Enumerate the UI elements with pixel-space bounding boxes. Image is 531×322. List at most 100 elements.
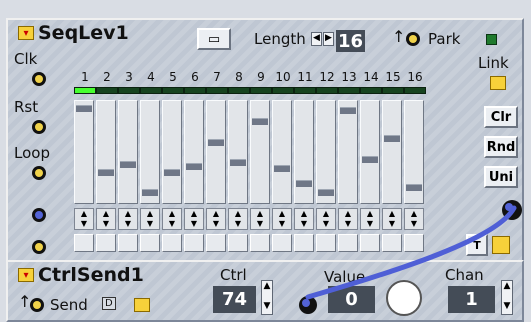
uni-button[interactable]: Uni [484,166,518,188]
step-led [206,87,228,94]
send-jack[interactable] [30,298,44,312]
step-gate-button[interactable] [206,234,226,252]
step-stepper[interactable]: ▲ ▼ [338,208,358,230]
clk-jack[interactable] [32,72,46,86]
step-number: 16 [407,70,423,84]
gate-input-jack[interactable] [32,240,46,254]
ctrlsend-menu-button[interactable]: ▾ [18,268,34,282]
step-gate-button[interactable] [118,234,138,252]
step-led [294,87,316,94]
step-gate-button[interactable] [184,234,204,252]
park-label: Park [428,30,461,48]
step-level-slider[interactable] [360,100,380,204]
step-gate-button[interactable] [96,234,116,252]
slider-handle[interactable] [384,134,400,142]
step-level-slider[interactable] [404,100,424,204]
ctrl-stepper[interactable]: ▲ ▼ [261,280,273,315]
step-gate-button[interactable] [228,234,248,252]
slider-handle[interactable] [76,104,92,112]
slider-handle[interactable] [340,106,356,114]
rst-jack[interactable] [32,120,46,134]
step-gate-button[interactable] [272,234,292,252]
step-level-slider[interactable] [272,100,292,204]
step-gate-button[interactable] [162,234,182,252]
step-level-slider[interactable] [382,100,402,204]
park-indicator [486,34,497,45]
step-level-slider[interactable] [250,100,270,204]
park-jack[interactable] [406,32,420,46]
step-gate-button[interactable] [74,234,94,252]
step-gate-button[interactable] [250,234,270,252]
step-stepper[interactable]: ▲ ▼ [250,208,270,230]
slider-handle[interactable] [362,155,378,163]
gate-output-button[interactable] [492,236,510,254]
step-number: 6 [191,70,199,84]
chan-stepper[interactable]: ▲ ▼ [501,280,513,315]
step-level-slider[interactable] [96,100,116,204]
send-arrow-icon: ↑ [18,292,32,311]
step-stepper[interactable]: ▲ ▼ [382,208,402,230]
step-stepper[interactable]: ▲ ▼ [316,208,336,230]
length-decrement-button[interactable]: ◀ [311,32,322,46]
step-stepper[interactable]: ▲ ▼ [96,208,116,230]
send-button[interactable] [134,298,150,312]
step-gate-button[interactable] [338,234,358,252]
menu-button[interactable]: ▾ [18,26,34,40]
step-gate-button[interactable] [140,234,160,252]
slider-handle[interactable] [120,161,136,169]
slider-handle[interactable] [274,165,290,173]
slider-handle[interactable] [208,138,224,146]
step-level-slider[interactable] [206,100,226,204]
step-stepper[interactable]: ▲ ▼ [294,208,314,230]
step-stepper[interactable]: ▲ ▼ [206,208,226,230]
step-level-slider[interactable] [74,100,94,204]
slider-handle[interactable] [186,163,202,171]
cv-output-jack[interactable] [502,200,522,220]
step-stepper[interactable]: ▲ ▼ [360,208,380,230]
slider-handle[interactable] [318,189,334,197]
slider-handle[interactable] [142,189,158,197]
length-increment-button[interactable]: ▶ [323,32,334,46]
step-gate-button[interactable] [294,234,314,252]
step-gate-button[interactable] [360,234,380,252]
step-level-slider[interactable] [140,100,160,204]
step-number: 10 [275,70,291,84]
step-stepper[interactable]: ▲ ▼ [140,208,160,230]
step-led [118,87,140,94]
step-gate-button[interactable] [316,234,336,252]
value-knob-icon[interactable] [386,280,422,316]
rnd-button[interactable]: Rnd [484,136,518,158]
value-display: 0 [328,286,375,313]
step-stepper[interactable]: ▲ ▼ [118,208,138,230]
step-stepper[interactable]: ▲ ▼ [228,208,248,230]
step-level-slider[interactable] [184,100,204,204]
step-level-slider[interactable] [162,100,182,204]
value-input-jack[interactable] [299,296,317,314]
step-stepper[interactable]: ▲ ▼ [404,208,424,230]
step-stepper[interactable]: ▲ ▼ [74,208,94,230]
step-stepper[interactable]: ▲ ▼ [272,208,292,230]
slider-handle[interactable] [296,180,312,188]
step-level-slider[interactable] [228,100,248,204]
cv-input-jack[interactable] [32,208,46,222]
step-number: 1 [81,70,89,84]
step-stepper[interactable]: ▲ ▼ [184,208,204,230]
loop-jack[interactable] [32,166,46,180]
step-gate-button[interactable] [404,234,424,252]
step-level-slider[interactable] [316,100,336,204]
gate-toggle-button[interactable]: T [466,234,488,256]
step-level-slider[interactable] [338,100,358,204]
play-button[interactable]: ▭ [197,28,231,50]
slider-handle[interactable] [230,159,246,167]
step-level-slider[interactable] [118,100,138,204]
link-button[interactable] [490,76,506,90]
slider-handle[interactable] [406,183,422,191]
step-stepper[interactable]: ▲ ▼ [162,208,182,230]
send-label: Send [50,296,88,314]
step-level-slider[interactable] [294,100,314,204]
clr-button[interactable]: Clr [484,106,518,128]
step-gate-button[interactable] [382,234,402,252]
slider-handle[interactable] [252,118,268,126]
slider-handle[interactable] [98,168,114,176]
slider-handle[interactable] [164,168,180,176]
